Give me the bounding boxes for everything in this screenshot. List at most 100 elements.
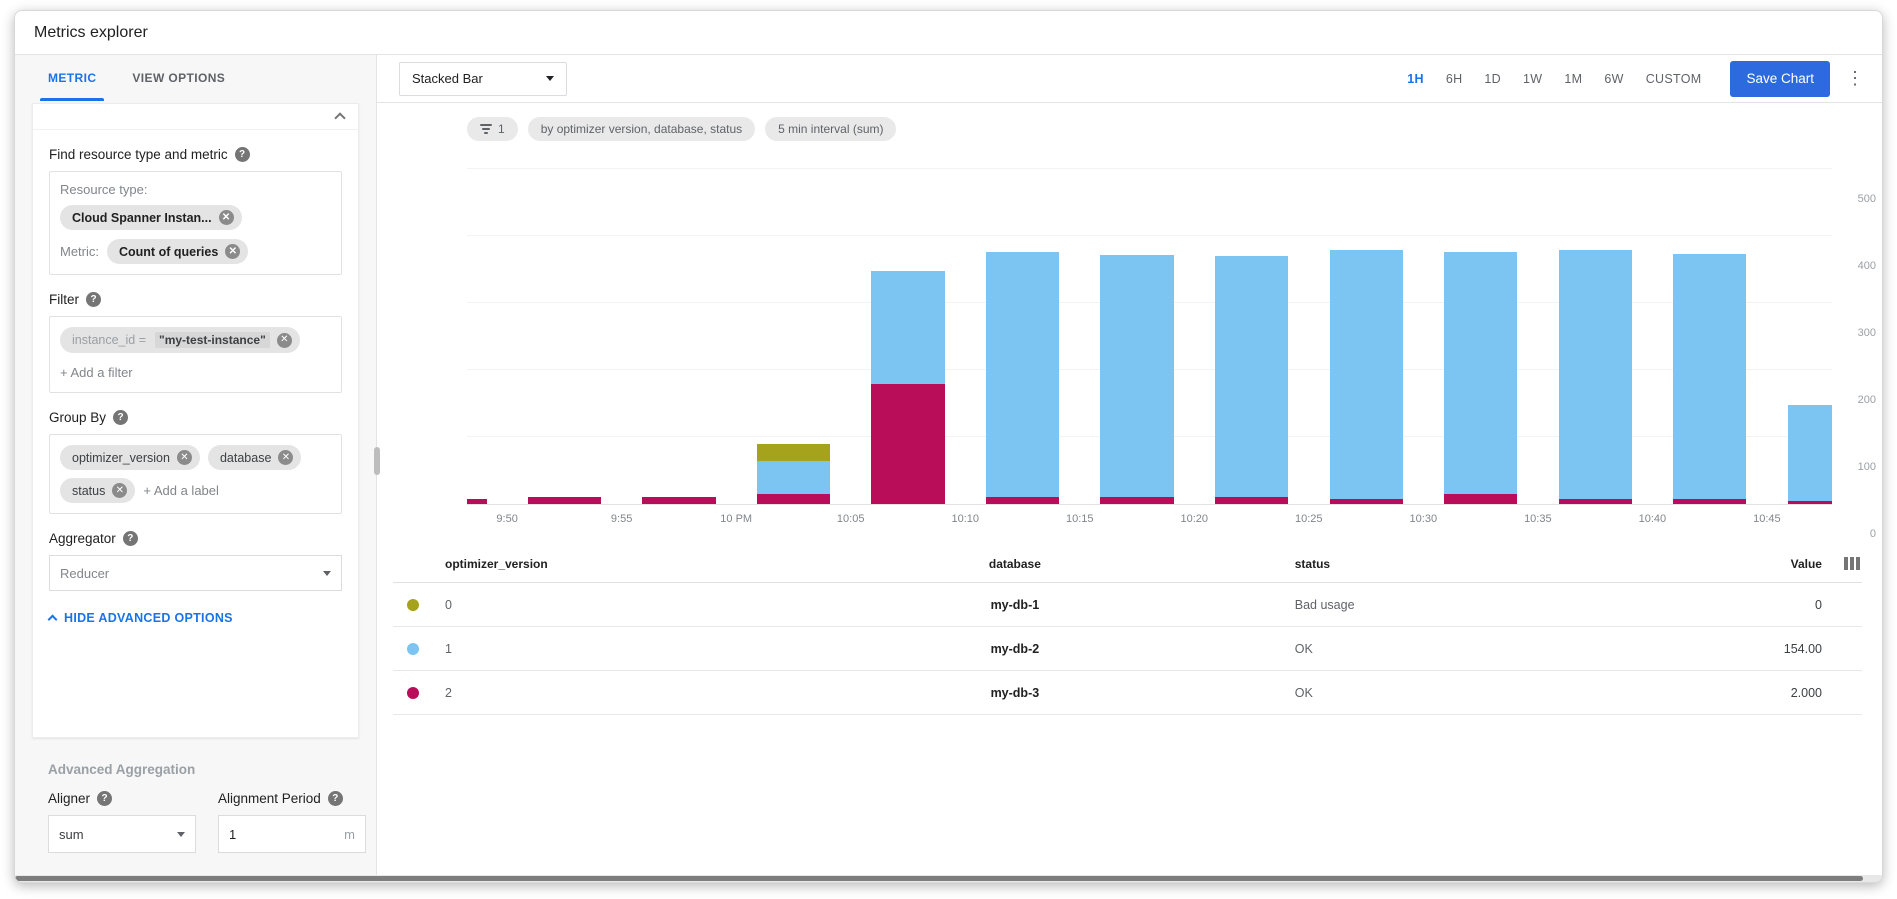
bar-segment-2-series-2[interactable] (642, 497, 715, 504)
bar-segment-7-series-2[interactable] (1215, 497, 1288, 504)
bar-segment-4-series-1[interactable] (871, 271, 944, 383)
time-range-1d[interactable]: 1D (1484, 72, 1501, 86)
cell-optimizer-version: 0 (445, 598, 735, 612)
x-axis-label-5: 10:15 (1066, 513, 1094, 525)
bar-segment-1-series-2[interactable] (528, 497, 601, 504)
bar-segment-9-series-2[interactable] (1444, 494, 1517, 504)
metric-label: Metric: (60, 244, 99, 259)
resource-type-label: Resource type: (60, 182, 147, 197)
tab-metric[interactable]: METRIC (48, 55, 96, 101)
card-collapse-row (33, 104, 358, 130)
series-color-dot (407, 643, 419, 655)
x-axis-labels: 9:509:5510 PM10:0510:1010:1510:2010:2510… (467, 511, 1832, 535)
save-chart-button[interactable]: Save Chart (1730, 61, 1830, 97)
group-by-chip-remove-icon[interactable]: ✕ (112, 483, 127, 498)
legend-table-header: optimizer_version database status Value (393, 545, 1862, 583)
aggregator-select[interactable]: Reducer (49, 555, 342, 591)
time-range-1w[interactable]: 1W (1523, 72, 1542, 86)
time-range-6w[interactable]: 6W (1604, 72, 1623, 86)
interval-chip[interactable]: 5 min interval (sum) (765, 117, 896, 141)
kebab-menu-icon[interactable]: ⋮ (1846, 68, 1864, 89)
metric-chip[interactable]: Count of queries ✕ (107, 239, 248, 264)
group-by-label-row: Group By ? (49, 410, 342, 425)
bar-segment-0-series-2[interactable] (467, 499, 487, 504)
alignment-period-label-row: Alignment Period ? (218, 791, 366, 806)
group-by-help-icon[interactable]: ? (113, 410, 128, 425)
table-row-0[interactable]: 0my-db-1Bad usage0 (393, 583, 1862, 627)
y-axis-label-100: 100 (1858, 461, 1876, 473)
bar-segment-8-series-1[interactable] (1330, 250, 1403, 498)
y-axis-label-500: 500 (1858, 193, 1876, 205)
aggregator-placeholder: Reducer (60, 566, 109, 581)
filter-count-chip[interactable]: 1 (467, 117, 518, 141)
x-axis-label-9: 10:35 (1524, 513, 1552, 525)
bar-segment-8-series-2[interactable] (1330, 499, 1403, 504)
bar-segment-5-series-1[interactable] (986, 252, 1059, 498)
chart-type-caret-icon (546, 76, 554, 81)
series-color-dot (407, 599, 419, 611)
tab-view-options[interactable]: VIEW OPTIONS (132, 55, 225, 101)
bar-segment-12-series-2[interactable] (1788, 501, 1832, 504)
bar-segment-10-series-2[interactable] (1559, 499, 1632, 504)
app-header: Metrics explorer (15, 11, 1882, 55)
time-range-6h[interactable]: 6H (1446, 72, 1463, 86)
group-by-chip-remove-icon[interactable]: ✕ (278, 450, 293, 465)
chart-type-value: Stacked Bar (412, 71, 483, 86)
y-axis-label-300: 300 (1858, 327, 1876, 339)
add-filter-link[interactable]: + Add a filter (60, 365, 133, 380)
table-row-2[interactable]: 2my-db-3OK2.000 (393, 671, 1862, 715)
group-by-summary-chip[interactable]: by optimizer version, database, status (528, 117, 755, 141)
alignment-period-input[interactable] (229, 827, 319, 842)
horizontal-scrollbar-thumb[interactable] (15, 876, 1863, 881)
bar-segment-11-series-1[interactable] (1673, 254, 1746, 498)
filter-count-text: 1 (498, 122, 505, 136)
sidebar-scrollbar-thumb[interactable] (374, 447, 380, 475)
bar-segment-3-series-2[interactable] (757, 494, 830, 504)
bar-segment-11-series-2[interactable] (1673, 499, 1746, 504)
time-range-1m[interactable]: 1M (1564, 72, 1582, 86)
group-by-chip-status[interactable]: status✕ (60, 478, 135, 503)
time-range-custom[interactable]: CUSTOM (1646, 72, 1702, 86)
chart-type-select[interactable]: Stacked Bar (399, 62, 567, 96)
aligner-select[interactable]: sum (48, 815, 196, 853)
group-by-chip-database[interactable]: database✕ (208, 445, 301, 470)
aggregator-help-icon[interactable]: ? (123, 531, 138, 546)
table-row-1[interactable]: 1my-db-2OK154.00 (393, 627, 1862, 671)
bar-segment-12-series-1[interactable] (1788, 405, 1832, 501)
bar-segment-7-series-1[interactable] (1215, 256, 1288, 497)
bar-segment-3-series-1[interactable] (757, 461, 830, 494)
group-by-chip-optimizer_version[interactable]: optimizer_version✕ (60, 445, 200, 470)
aligner-help-icon[interactable]: ? (97, 791, 112, 806)
plot-area[interactable] (467, 157, 1832, 505)
filter-chip[interactable]: instance_id = "my-test-instance" ✕ (60, 327, 300, 353)
bar-segment-3-series-0[interactable] (757, 444, 830, 461)
cell-database: my-db-1 (735, 598, 1295, 612)
time-range-1h[interactable]: 1H (1407, 72, 1424, 86)
filter-help-icon[interactable]: ? (86, 292, 101, 307)
hide-advanced-options-link[interactable]: HIDE ADVANCED OPTIONS (49, 611, 342, 625)
add-label-link[interactable]: + Add a label (143, 483, 219, 498)
aligner-label-row: Aligner ? (48, 791, 196, 806)
find-resource-help-icon[interactable]: ? (235, 147, 250, 162)
filter-chip-value: "my-test-instance" (155, 332, 270, 348)
cell-status: Bad usage (1295, 598, 1692, 612)
col-value: Value (1692, 557, 1822, 571)
dropdown-caret-icon (323, 571, 331, 576)
alignment-period-help-icon[interactable]: ? (328, 791, 343, 806)
metric-remove-icon[interactable]: ✕ (225, 244, 240, 259)
collapse-chevron-up-icon[interactable] (334, 112, 345, 123)
resource-type-chip[interactable]: Cloud Spanner Instan... ✕ (60, 205, 242, 230)
bar-segment-9-series-1[interactable] (1444, 252, 1517, 494)
horizontal-scrollbar[interactable] (15, 875, 1882, 882)
bar-segment-4-series-2[interactable] (871, 384, 944, 504)
resource-type-remove-icon[interactable]: ✕ (219, 210, 234, 225)
bar-segment-10-series-1[interactable] (1559, 250, 1632, 498)
x-axis-label-11: 10:45 (1753, 513, 1781, 525)
group-by-chip-remove-icon[interactable]: ✕ (177, 450, 192, 465)
bar-segment-6-series-1[interactable] (1100, 255, 1173, 497)
bar-segment-6-series-2[interactable] (1100, 497, 1173, 504)
column-selector-icon[interactable] (1822, 557, 1862, 570)
filter-remove-icon[interactable]: ✕ (277, 333, 292, 348)
bar-segment-5-series-2[interactable] (986, 497, 1059, 504)
aggregator-label: Aggregator (49, 531, 116, 546)
